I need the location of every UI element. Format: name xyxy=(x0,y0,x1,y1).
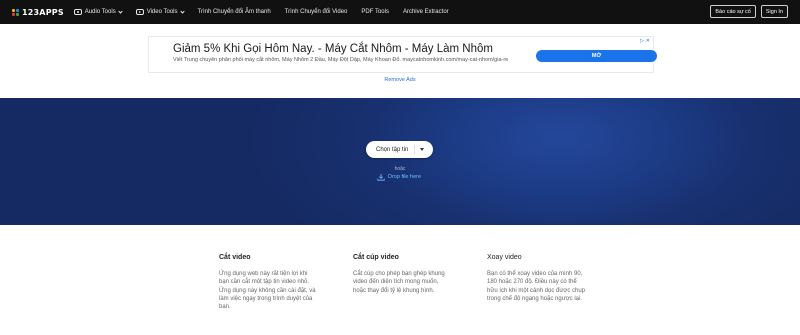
report-issue-button[interactable]: Báo cáo sự cố xyxy=(710,5,756,18)
drop-file-link[interactable]: Drop file here xyxy=(377,173,421,181)
feature-text: Cắt cúp cho phép bạn ghép khung video đế… xyxy=(353,271,445,294)
choose-file-label: Chọn tập tin xyxy=(376,146,409,153)
remove-ads-link[interactable]: Remove Ads xyxy=(0,77,800,83)
main-nav: Audio Tools Video Tools Trình Chuyển đổi… xyxy=(73,0,463,24)
ad-open-button[interactable]: MỞ xyxy=(536,50,657,62)
ad-choices-icon[interactable]: ▷ xyxy=(640,38,644,44)
nav-label: Audio Tools xyxy=(84,9,116,15)
nav-video-tools[interactable]: Video Tools xyxy=(135,8,185,15)
ad-badges: ▷ ✕ xyxy=(638,38,650,44)
nav-label: Trình Chuyển đổi Video xyxy=(284,9,348,15)
header-actions: Báo cáo sự cố Sign In xyxy=(705,5,788,18)
nav-label: PDF Tools xyxy=(361,9,389,15)
video-icon xyxy=(135,9,144,15)
chevron-down-icon[interactable] xyxy=(420,148,424,151)
nav-video-converter[interactable]: Trình Chuyển đổi Video xyxy=(285,9,348,15)
download-icon xyxy=(377,173,385,181)
ad-title[interactable]: Giảm 5% Khi Gọi Hôm Nay. - Máy Cắt Nhôm … xyxy=(173,43,493,55)
feature-text: Ứng dụng web này rất tiện lợi khi bạn cầ… xyxy=(219,271,316,311)
top-navbar: 123APPS Audio Tools Video Tools Trình Ch… xyxy=(0,0,800,24)
logo-text: 123APPS xyxy=(22,7,64,17)
nav-audio-tools[interactable]: Audio Tools xyxy=(73,8,123,15)
feature-text: Bạn có thể xoay video của mình 90, 180 h… xyxy=(487,271,586,302)
sign-in-button[interactable]: Sign In xyxy=(760,5,788,18)
logo-dot xyxy=(12,12,15,16)
ad-banner[interactable]: Giảm 5% Khi Gọi Hôm Nay. - Máy Cắt Nhôm … xyxy=(148,36,657,73)
nav-archive-extractor[interactable]: Archive Extractor xyxy=(403,9,449,15)
logo-dot xyxy=(16,12,19,16)
upload-hero xyxy=(0,98,800,225)
feature-title: Cắt video xyxy=(219,254,251,261)
chevron-down-icon xyxy=(118,8,123,14)
or-label: hoặc xyxy=(394,166,406,172)
feature-title: Xoay video xyxy=(487,254,522,261)
drop-file-label: Drop file here xyxy=(388,174,422,180)
music-icon xyxy=(73,9,82,15)
feature-crop-video: Cắt cúp video Cắt cúp cho phép bạn ghép … xyxy=(353,254,453,295)
nav-label: Video Tools xyxy=(146,9,178,15)
feature-title: Cắt cúp video xyxy=(353,254,399,261)
nav-label: Archive Extractor xyxy=(402,9,449,15)
choose-file-button[interactable]: Chọn tập tin xyxy=(366,141,433,158)
logo-icon xyxy=(12,8,19,16)
nav-audio-converter[interactable]: Trình Chuyển đổi Âm thanh xyxy=(198,9,271,15)
ad-description: Viết Trung chuyên phân phối máy cắt nhôm… xyxy=(173,57,509,63)
logo-dot xyxy=(16,8,19,12)
close-icon[interactable]: ✕ xyxy=(646,38,650,44)
logo-dot xyxy=(12,8,15,12)
logo[interactable]: 123APPS xyxy=(12,0,64,24)
nav-pdf-tools[interactable]: PDF Tools xyxy=(361,9,389,15)
divider xyxy=(414,145,415,154)
nav-label: Trình Chuyển đổi Âm thanh xyxy=(197,9,271,15)
feature-cut-video: Cắt video Ứng dụng web này rất tiện lợi … xyxy=(219,254,319,311)
feature-rotate-video: Xoay video Bạn có thể xoay video của mìn… xyxy=(487,254,587,303)
chevron-down-icon xyxy=(179,8,185,14)
